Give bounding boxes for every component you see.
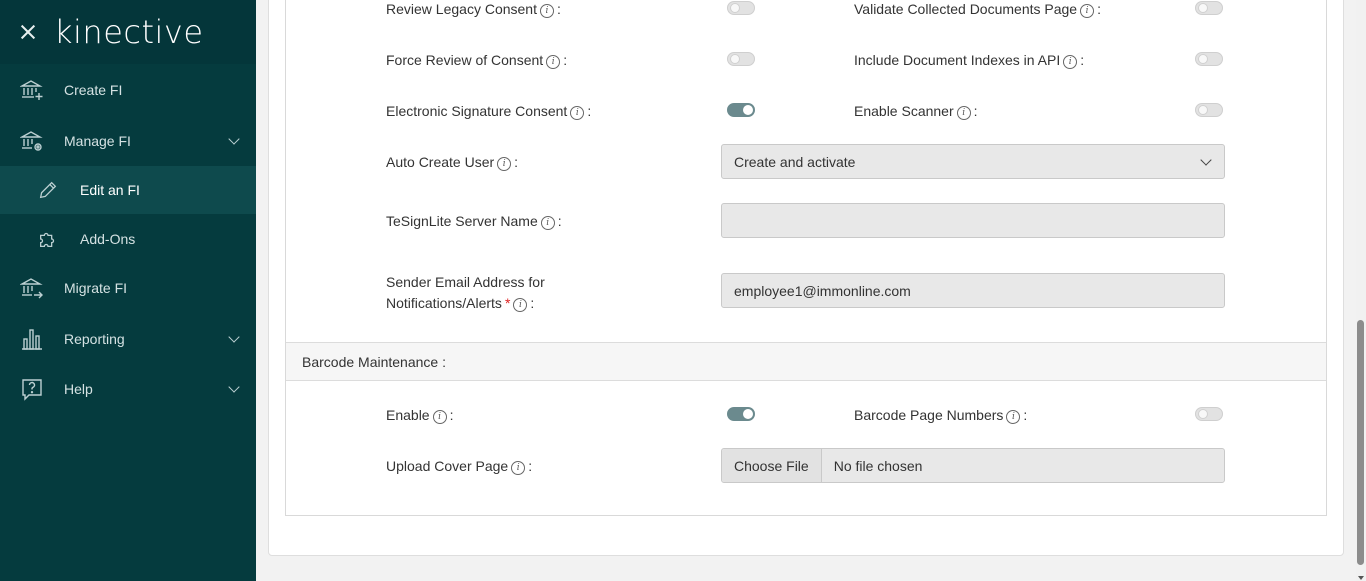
kinective-logo: kinective (54, 13, 204, 51)
upload-cover-file-input[interactable]: Choose File No file chosen (721, 448, 1225, 483)
choose-file-button[interactable]: Choose File (722, 449, 822, 482)
review-legacy-consent-toggle[interactable] (727, 1, 755, 15)
sender-email-input[interactable]: employee1@immonline.com (721, 273, 1225, 308)
brand-bar: kinective (0, 0, 256, 64)
info-icon[interactable]: i (511, 461, 526, 475)
scrollbar[interactable] (1356, 0, 1366, 581)
file-status: No file chosen (833, 457, 923, 474)
close-icon[interactable] (18, 22, 38, 42)
barcode-page-numbers-toggle[interactable] (1195, 407, 1223, 421)
chevron-down-icon (1200, 154, 1212, 166)
info-icon[interactable]: i (539, 4, 554, 18)
sidebar-item-help[interactable]: Help (0, 364, 256, 414)
enable-scanner-toggle[interactable] (1195, 103, 1223, 117)
sidebar-item-migrate-fi[interactable]: Migrate FI (0, 264, 256, 312)
validate-docs-toggle[interactable] (1195, 1, 1223, 15)
sidebar: kinective Create FI Manage FI Edit an FI… (0, 0, 256, 581)
input-value: employee1@immonline.com (734, 282, 911, 299)
esign-consent-toggle[interactable] (727, 103, 755, 117)
sidebar-item-label: Edit an FI (80, 182, 140, 198)
scroll-thumb[interactable] (1357, 320, 1364, 565)
info-icon[interactable]: i (497, 157, 512, 171)
sidebar-item-label: Help (64, 381, 93, 397)
sidebar-item-edit-fi[interactable]: Edit an FI (0, 166, 256, 214)
sidebar-item-label: Add-Ons (80, 231, 136, 247)
esign-consent-label: Electronic Signature Consent i: (386, 103, 592, 120)
sender-email-label: Sender Email Address for Notifications/A… (386, 274, 545, 312)
sidebar-item-label: Reporting (64, 331, 125, 347)
upload-cover-label: Upload Cover Page i: (386, 458, 533, 475)
validate-docs-label: Validate Collected Documents Page i: (854, 1, 1101, 18)
barcode-enable-toggle[interactable] (727, 407, 755, 421)
info-icon[interactable]: i (1063, 55, 1078, 69)
include-doc-indexes-label: Include Document Indexes in API i: (854, 52, 1085, 69)
pencil-icon (36, 178, 60, 202)
scroll-down-icon[interactable] (1358, 576, 1364, 580)
auto-create-user-select[interactable]: Create and activate (721, 144, 1225, 179)
sidebar-item-add-ons[interactable]: Add-Ons (0, 214, 256, 264)
info-icon[interactable]: i (513, 298, 528, 312)
puzzle-icon (36, 227, 60, 251)
sidebar-item-label: Create FI (64, 82, 123, 98)
auto-create-user-label: Auto Create User i: (386, 154, 519, 171)
help-bubble-icon (20, 377, 44, 401)
sidebar-item-manage-fi[interactable]: Manage FI (0, 116, 256, 166)
sidebar-item-label: Manage FI (64, 133, 131, 149)
info-icon[interactable]: i (956, 106, 971, 120)
review-legacy-consent-label: Review Legacy Consent i: (386, 1, 561, 18)
tesignlite-server-input[interactable] (721, 203, 1225, 238)
info-icon[interactable]: i (570, 106, 585, 120)
chevron-down-icon (228, 133, 240, 145)
tesignlite-server-label: TeSignLite Server Name i: (386, 213, 562, 230)
bank-gear-icon (20, 129, 44, 153)
bank-arrow-icon (20, 276, 44, 300)
chevron-down-icon (228, 331, 240, 343)
enable-scanner-label: Enable Scanner i: (854, 103, 978, 120)
barcode-enable-label: Enable i: (386, 407, 454, 424)
info-icon[interactable]: i (432, 410, 447, 424)
select-value: Create and activate (734, 153, 856, 170)
sidebar-item-create-fi[interactable]: Create FI (0, 64, 256, 116)
barcode-page-numbers-label: Barcode Page Numbers i: (854, 407, 1028, 424)
include-doc-indexes-toggle[interactable] (1195, 52, 1223, 66)
info-icon[interactable]: i (546, 55, 561, 69)
info-icon[interactable]: i (1080, 4, 1095, 18)
chevron-down-icon (228, 381, 240, 393)
sidebar-item-label: Migrate FI (64, 280, 128, 296)
sidebar-item-reporting[interactable]: Reporting (0, 314, 256, 364)
info-icon[interactable]: i (540, 216, 555, 230)
barcode-section-header: Barcode Maintenance : (286, 342, 1326, 381)
bar-chart-icon (20, 327, 44, 351)
force-review-consent-label: Force Review of Consent i: (386, 52, 568, 69)
settings-panel (285, 0, 1327, 516)
bank-plus-icon (20, 78, 44, 102)
force-review-consent-toggle[interactable] (727, 52, 755, 66)
info-icon[interactable]: i (1006, 410, 1021, 424)
